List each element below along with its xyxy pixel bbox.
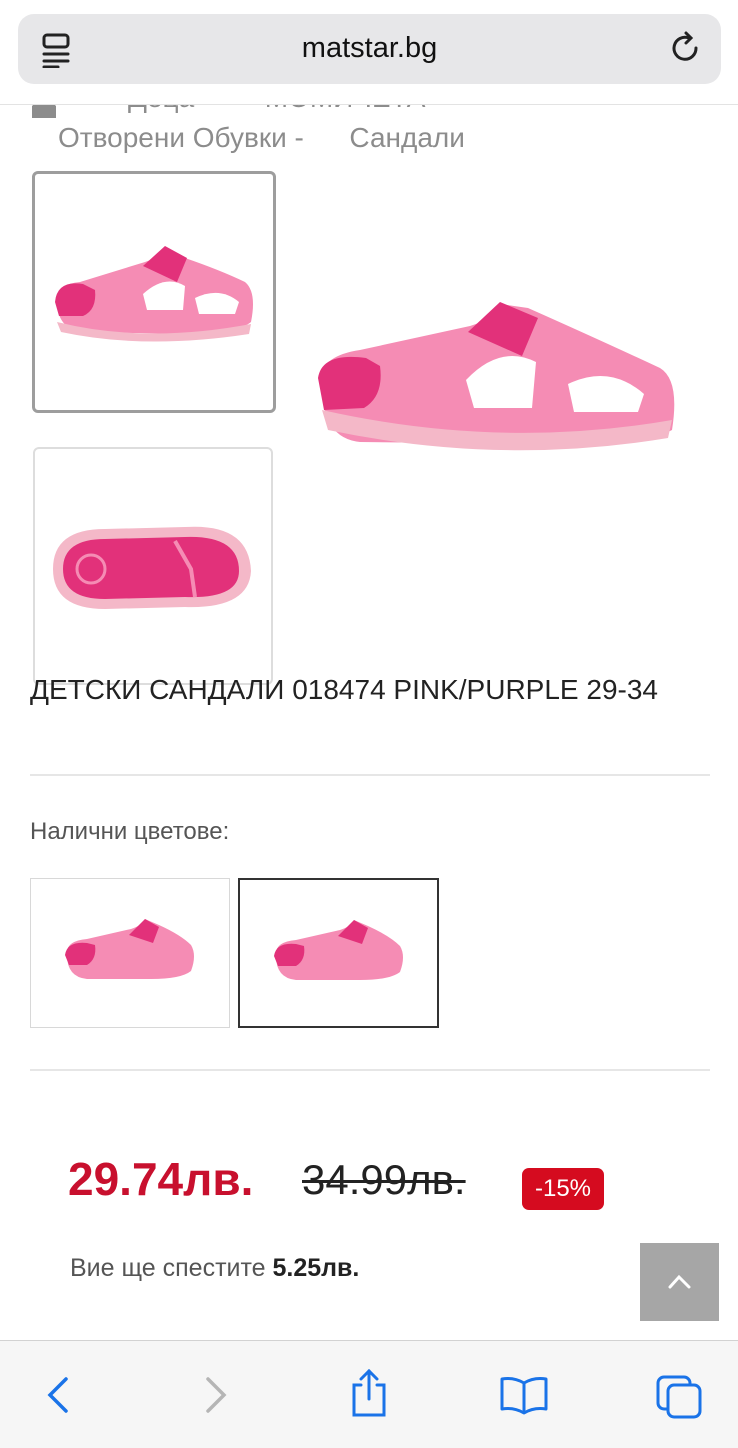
sandal-main-image [318,302,675,451]
current-price: 29.74лв. [68,1153,254,1205]
savings-value: 5.25лв. [272,1254,360,1282]
color-swatch-image [65,919,194,979]
thumbnail-sole-view[interactable] [33,447,273,685]
reload-icon[interactable] [669,30,703,71]
forward-icon[interactable] [202,1373,230,1422]
color-swatch-1[interactable] [30,878,230,1028]
old-price: 34.99лв. [302,1156,466,1203]
color-swatch-image [274,920,403,980]
browser-top-bar: matstar.bg [0,0,738,105]
url-domain[interactable]: matstar.bg [18,32,721,65]
savings-text: Вие ще спестите 5.25лв. [70,1254,359,1283]
divider [30,774,710,776]
color-swatch-2-selected[interactable] [238,878,439,1028]
breadcrumb-open-shoes[interactable]: Отворени Обувки - [58,122,304,153]
back-icon[interactable] [44,1373,72,1422]
share-icon[interactable] [348,1367,390,1424]
sandal-side-image [55,246,253,342]
sandal-sole-image [53,526,251,609]
main-product-image[interactable] [300,260,680,485]
scroll-to-top-button[interactable] [640,1243,719,1321]
bookmarks-icon[interactable] [498,1373,550,1422]
thumbnail-side-view[interactable] [32,171,276,413]
breadcrumb-sandals[interactable]: Сандали [349,122,464,153]
product-title: ДЕТСКИ САНДАЛИ 018474 PINK/PURPLE 29-34 [30,674,658,705]
savings-label: Вие ще спестите [70,1254,266,1282]
browser-bottom-toolbar [0,1340,738,1448]
available-colors-label: Налични цветове: [30,818,230,845]
discount-badge: -15% [522,1168,604,1210]
chevron-up-icon [668,1274,691,1289]
breadcrumb-row2: Отворени Обувки - Сандали [58,122,465,154]
divider [30,1069,710,1071]
tabs-icon[interactable] [654,1373,704,1426]
address-bar[interactable]: matstar.bg [18,14,721,84]
